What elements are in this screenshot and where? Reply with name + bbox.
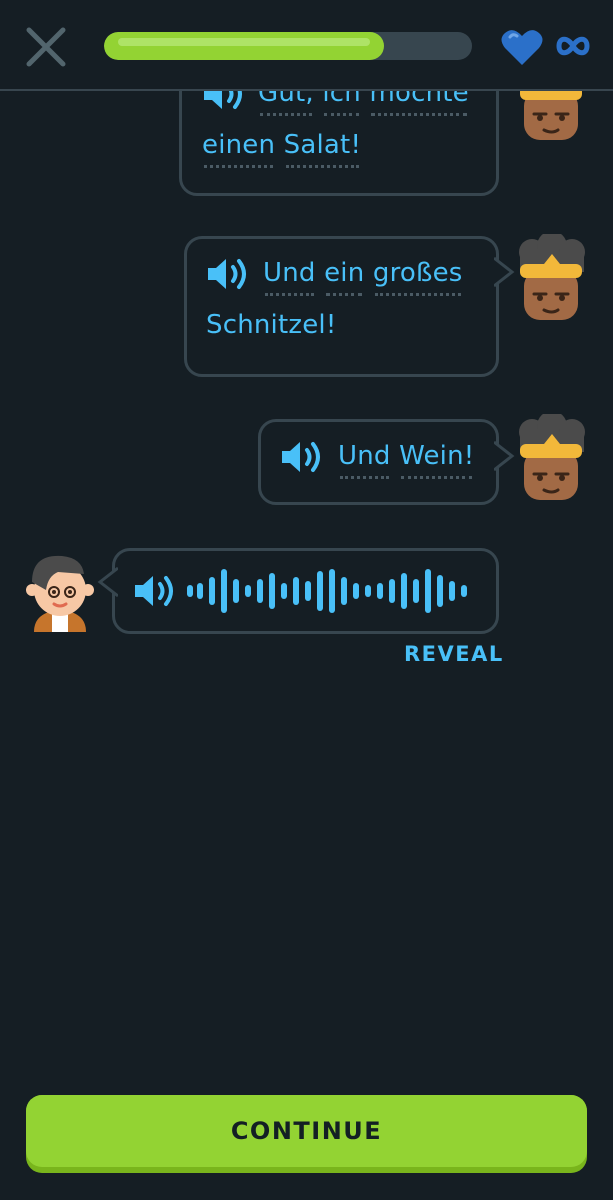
- message-1-line-2: einen Salat!: [202, 130, 361, 168]
- message-2-line-2: Schnitzel!: [206, 310, 336, 340]
- lesson-header: ∞: [0, 0, 613, 91]
- message-3-line-1: Und Wein!: [338, 441, 474, 479]
- bubble-tail: [494, 440, 515, 472]
- character-bandana-avatar: [519, 414, 585, 500]
- reveal-button[interactable]: REVEAL: [404, 642, 504, 666]
- word[interactable]: Schnitzel!: [206, 310, 336, 340]
- word[interactable]: ein: [324, 258, 364, 296]
- bubble-tail: [97, 566, 118, 598]
- character-boy-avatar: [26, 555, 94, 632]
- word[interactable]: Wein!: [399, 441, 474, 479]
- speaker-icon[interactable]: [133, 573, 175, 609]
- word[interactable]: Salat!: [284, 130, 361, 168]
- close-icon[interactable]: [24, 25, 68, 69]
- infinity-icon: [556, 36, 590, 56]
- word[interactable]: großes: [373, 258, 463, 296]
- progress-fill: [104, 32, 384, 60]
- word[interactable]: einen: [202, 130, 275, 168]
- progress-bar: [104, 32, 472, 60]
- continue-button-shadow: CONTINUE: [26, 1095, 587, 1173]
- bubble-tail: [494, 256, 515, 288]
- continue-button[interactable]: CONTINUE: [26, 1095, 587, 1167]
- character-bandana-avatar: [519, 234, 585, 320]
- speaker-icon[interactable]: [206, 256, 248, 292]
- heart-icon[interactable]: [500, 27, 544, 67]
- progress-shine: [118, 38, 370, 46]
- lesson-screen: Gut, ich möchte einen Salat! Und ein gro…: [0, 0, 613, 1200]
- conversation-area: Gut, ich möchte einen Salat! Und ein gro…: [0, 0, 613, 1080]
- speaker-icon[interactable]: [280, 439, 322, 475]
- word[interactable]: Und: [338, 441, 391, 479]
- audio-waveform-icon: [187, 569, 467, 613]
- word[interactable]: Und: [263, 258, 316, 296]
- message-2-line-1: Und ein großes: [263, 258, 463, 296]
